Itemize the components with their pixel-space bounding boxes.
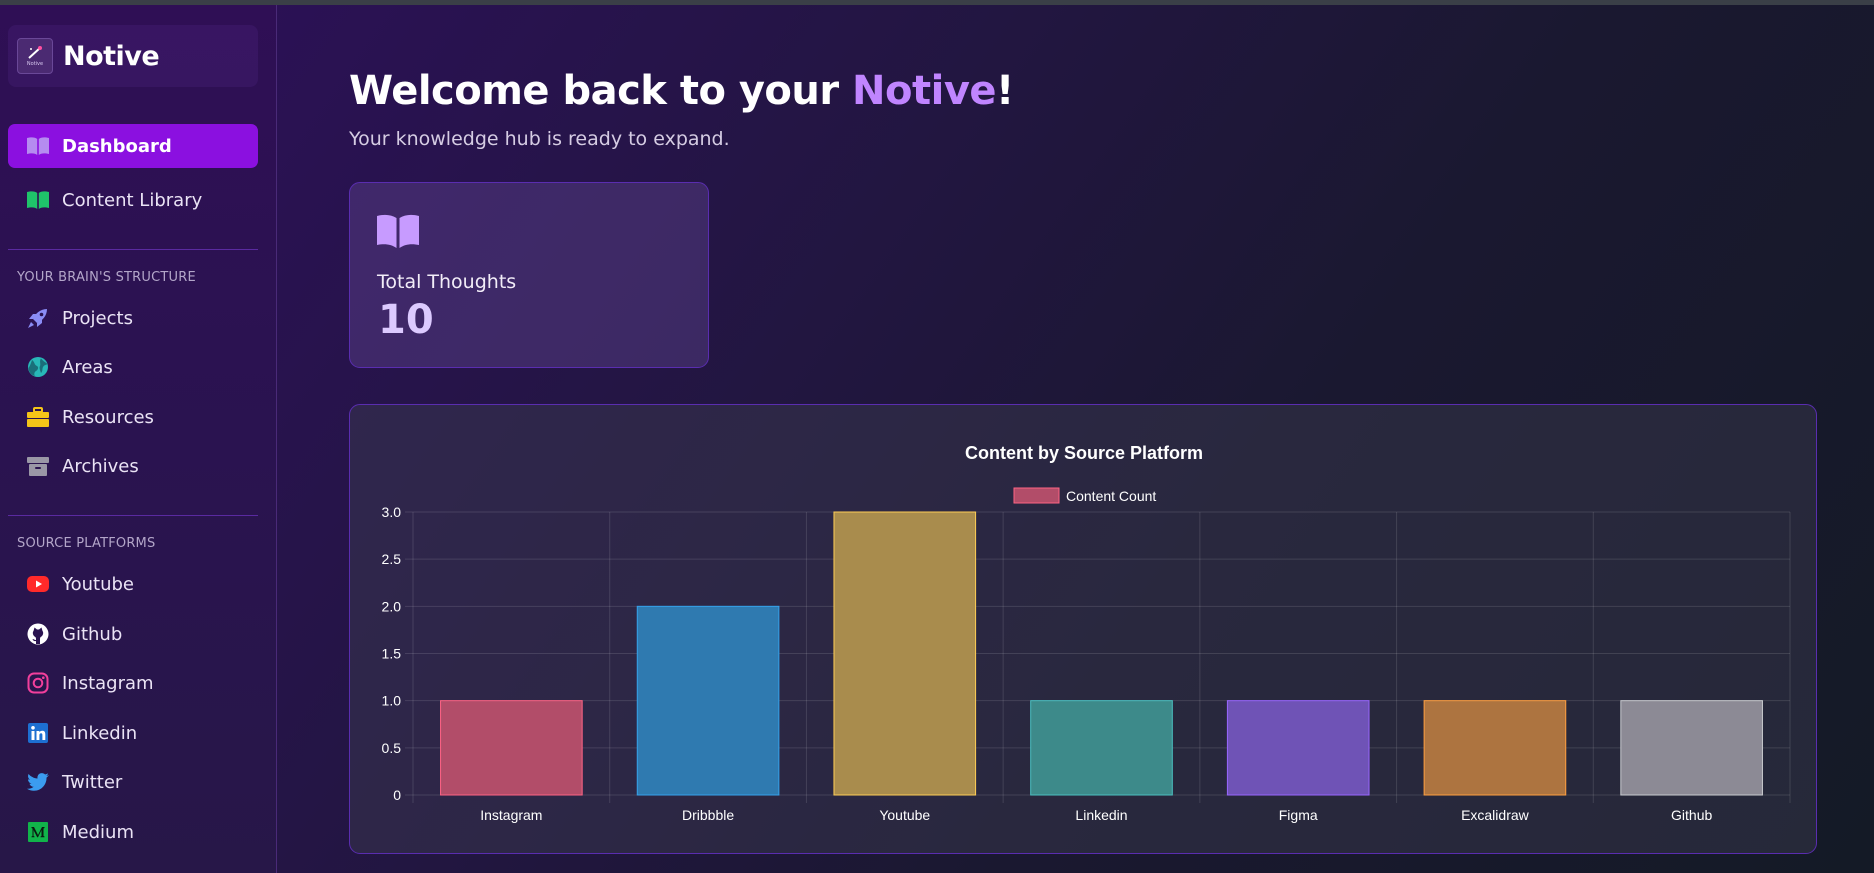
sidebar-divider [8,515,258,516]
linkedin-icon [24,719,52,747]
section-label-platforms: SOURCE PLATFORMS [17,536,156,551]
x-tick-label: Instagram [480,807,542,823]
sidebar-item-github[interactable]: Github [8,612,258,656]
sidebar-item-archives[interactable]: Archives [8,444,258,488]
x-tick-label: Figma [1279,807,1318,823]
sidebar-item-projects[interactable]: Projects [8,296,258,340]
x-tick-label: Youtube [879,807,930,823]
x-tick-label: Excalidraw [1461,807,1530,823]
welcome-prefix: Welcome back to your [349,68,853,114]
x-axis: Instagram Dribbble Youtube Linkedin Figma Exc… [480,807,1712,823]
wand-icon [28,46,42,59]
twitter-icon [24,768,52,796]
sidebar-item-label: Instagram [62,672,154,694]
sidebar-item-label: Youtube [62,573,134,595]
y-axis: 0 0.5 1.0 1.5 2.0 2.5 3.0 [382,504,402,803]
medium-icon [24,818,52,846]
sidebar-item-label: Linkedin [62,722,138,744]
rocket-icon [24,304,52,332]
sidebar: Notive Notive Dashboard Content Library … [0,5,277,873]
sidebar-item-label: Twitter [62,771,123,793]
legend-label: Content Count [1066,488,1156,504]
sidebar-item-youtube[interactable]: Youtube [8,562,258,606]
globe-icon [24,353,52,381]
brand-name: Notive [63,40,160,72]
y-tick-label: 0 [393,787,401,803]
book-open-icon [24,132,52,160]
sidebar-item-content-library[interactable]: Content Library [8,178,258,222]
welcome-suffix: ! [996,68,1014,114]
sidebar-item-label: Archives [62,455,139,477]
github-icon [24,620,52,648]
bar-dribbble[interactable] [636,605,780,796]
y-tick-label: 1.0 [382,693,402,709]
y-tick-label: 0.5 [382,740,402,756]
x-tick-label: Github [1671,807,1712,823]
sidebar-item-label: Content Library [62,189,203,211]
total-thoughts-card: Total Thoughts 10 [349,182,709,368]
sidebar-item-twitter[interactable]: Twitter [8,760,258,804]
sidebar-item-instagram[interactable]: Instagram [8,661,258,705]
y-tick-label: 3.0 [382,504,402,520]
chart-card: Content by Source Platform Content Count… [349,404,1817,854]
sidebar-item-label: Medium [62,821,134,843]
page-title: Welcome back to your Notive! [349,68,1014,114]
stat-label: Total Thoughts [377,271,517,293]
window-top-strip [0,0,1874,5]
chart-title: Content by Source Platform [965,443,1203,463]
sidebar-item-resources[interactable]: Resources [8,395,258,439]
y-tick-label: 2.5 [382,551,402,567]
sidebar-item-label: Projects [62,307,133,329]
legend-swatch [1013,487,1060,504]
briefcase-icon [24,403,52,431]
page-subtitle: Your knowledge hub is ready to expand. [349,128,730,150]
sidebar-item-label: Github [62,623,123,645]
sidebar-item-areas[interactable]: Areas [8,345,258,389]
archive-icon [24,452,52,480]
book-open-icon [377,214,419,248]
book-icon [24,186,52,214]
youtube-icon [24,570,52,598]
sidebar-item-label: Areas [62,356,113,378]
sidebar-item-medium[interactable]: Medium [8,810,258,854]
bar-instagram[interactable] [440,700,583,796]
bar-youtube[interactable] [833,511,977,796]
y-tick-label: 2.0 [382,598,402,614]
bar-github[interactable] [1620,700,1763,796]
content-by-platform-chart: Content by Source Platform Content Count… [382,443,1791,823]
x-tick-label: Dribbble [682,807,734,823]
brand[interactable]: Notive Notive [8,25,258,87]
instagram-icon [24,669,52,697]
sidebar-item-linkedin[interactable]: Linkedin [8,711,258,755]
bar-excalidraw[interactable] [1423,700,1567,796]
stat-value: 10 [378,297,434,343]
y-tick-label: 1.5 [382,646,402,662]
sidebar-item-label: Dashboard [62,135,172,157]
brand-logo-caption: Notive [26,61,44,67]
brand-logo-icon: Notive [17,38,53,74]
section-label-structure: YOUR BRAIN'S STRUCTURE [17,270,196,285]
bar-figma[interactable] [1226,700,1370,796]
x-tick-label: Linkedin [1075,807,1127,823]
bar-linkedin[interactable] [1030,700,1173,796]
welcome-accent: Notive [852,68,997,114]
sidebar-item-label: Resources [62,406,154,428]
sidebar-item-dashboard[interactable]: Dashboard [8,124,258,168]
sidebar-divider [8,249,258,250]
chart-legend[interactable]: Content Count [1013,487,1156,504]
